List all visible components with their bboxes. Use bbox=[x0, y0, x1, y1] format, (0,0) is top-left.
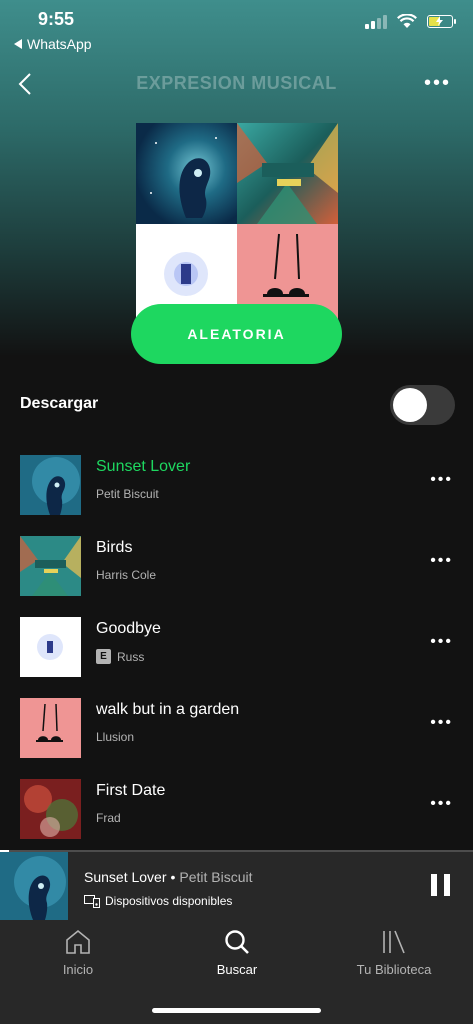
status-bar: 9:55 WhatsApp bbox=[0, 0, 473, 60]
home-indicator[interactable] bbox=[152, 1008, 321, 1013]
track-row[interactable]: First Date Frad ••• bbox=[0, 770, 473, 848]
download-toggle[interactable] bbox=[390, 385, 455, 425]
track-artist: Llusion bbox=[96, 730, 134, 744]
track-cover-art bbox=[20, 536, 81, 596]
cover-art-sunset-lover bbox=[136, 123, 237, 224]
battery-icon bbox=[427, 15, 456, 28]
track-title: Goodbye bbox=[96, 620, 161, 637]
tab-search[interactable]: Buscar bbox=[177, 928, 297, 977]
now-playing-bar[interactable]: Sunset Lover • Petit Biscuit Dispositivos … bbox=[0, 850, 473, 922]
now-playing-title-line: Sunset Lover • Petit Biscuit bbox=[84, 869, 253, 885]
track-options-icon[interactable]: ••• bbox=[430, 552, 453, 570]
explicit-badge: E bbox=[96, 649, 111, 664]
track-options-icon[interactable]: ••• bbox=[430, 714, 453, 732]
track-artist: Harris Cole bbox=[96, 568, 156, 582]
now-playing-artist: Petit Biscuit bbox=[179, 869, 253, 885]
status-time: 9:55 bbox=[38, 9, 75, 29]
track-title: walk but in a garden bbox=[96, 701, 240, 718]
track-cover-art bbox=[20, 455, 81, 515]
track-cover-art bbox=[20, 698, 81, 758]
title-separator: • bbox=[170, 869, 176, 885]
devices-label: Dispositivos disponibles bbox=[105, 894, 233, 908]
devices-icon bbox=[84, 894, 100, 908]
back-triangle-icon bbox=[14, 39, 22, 49]
pause-button[interactable] bbox=[431, 874, 450, 896]
track-options-icon[interactable]: ••• bbox=[430, 633, 453, 651]
tab-label: Buscar bbox=[216, 962, 258, 977]
back-app-label: WhatsApp bbox=[27, 36, 92, 52]
tab-home[interactable]: Inicio bbox=[18, 928, 138, 977]
tab-label: Tu Biblioteca bbox=[356, 962, 432, 977]
cellular-signal-icon bbox=[365, 14, 387, 29]
back-to-app-link[interactable]: WhatsApp bbox=[14, 36, 92, 52]
tab-label: Inicio bbox=[62, 962, 94, 977]
track-artist: Frad bbox=[96, 811, 121, 825]
track-title: First Date bbox=[96, 782, 166, 799]
library-icon bbox=[383, 930, 405, 954]
track-title: Sunset Lover bbox=[96, 458, 191, 475]
track-options-icon[interactable]: ••• bbox=[430, 471, 453, 489]
home-icon bbox=[66, 929, 90, 954]
shuffle-play-button[interactable]: ALEATORIA bbox=[131, 304, 342, 364]
page-title: EXPRESION MUSICAL bbox=[136, 73, 337, 93]
devices-available[interactable]: Dispositivos disponibles bbox=[84, 894, 232, 908]
track-row[interactable]: Sunset Lover Petit Biscuit ••• bbox=[0, 446, 473, 524]
artist-name: Petit Biscuit bbox=[96, 487, 159, 501]
track-artist: Petit Biscuit bbox=[96, 487, 159, 501]
wifi-icon bbox=[397, 14, 417, 28]
artist-name: Llusion bbox=[96, 730, 135, 744]
now-playing-cover-art bbox=[0, 852, 68, 920]
search-icon bbox=[225, 930, 249, 954]
track-cover-art bbox=[20, 779, 81, 839]
toggle-knob bbox=[393, 388, 427, 422]
track-row[interactable]: walk but in a garden Llusion ••• bbox=[0, 689, 473, 767]
playlist-cover-mosaic bbox=[136, 123, 338, 325]
artist-name: Frad bbox=[96, 811, 121, 825]
tab-library[interactable]: Tu Biblioteca bbox=[334, 928, 454, 977]
cover-art-birds bbox=[237, 123, 338, 224]
track-artist: E Russ bbox=[96, 649, 144, 664]
now-playing-title: Sunset Lover bbox=[84, 869, 167, 885]
playlist-header: EXPRESION MUSICAL ••• bbox=[0, 60, 473, 108]
download-label: Descargar bbox=[20, 395, 99, 412]
track-options-icon[interactable]: ••• bbox=[430, 795, 453, 813]
artist-name: Russ bbox=[117, 649, 145, 664]
track-row[interactable]: Birds Harris Cole ••• bbox=[0, 527, 473, 605]
more-options-icon[interactable]: ••• bbox=[424, 72, 451, 95]
track-cover-art bbox=[20, 617, 81, 677]
track-row[interactable]: Goodbye E Russ ••• bbox=[0, 608, 473, 686]
track-title: Birds bbox=[96, 539, 133, 556]
artist-name: Harris Cole bbox=[96, 568, 157, 582]
